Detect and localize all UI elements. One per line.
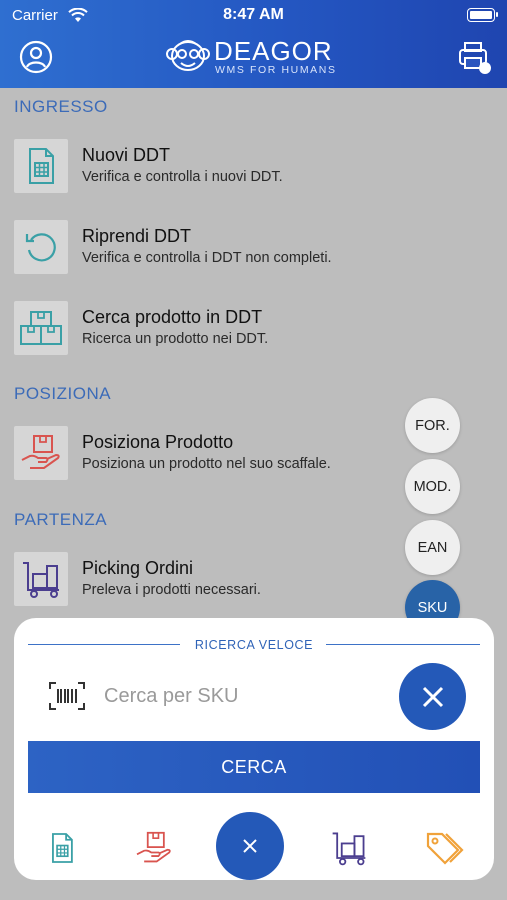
clock: 8:47 AM <box>223 6 284 23</box>
item-subtitle: Posiziona un prodotto nel suo scaffale. <box>82 456 331 472</box>
brand-name: DEAGOR <box>214 36 333 66</box>
list-item-riprendi-ddt[interactable]: Riprendi DDT Verifica e controlla i DDT … <box>14 220 474 276</box>
search-mode-for-button[interactable]: FOR. <box>405 398 460 453</box>
tag-icon <box>426 832 464 865</box>
printer-button[interactable] <box>455 38 493 76</box>
item-subtitle: Verifica e controlla i DDT non completi. <box>82 250 332 266</box>
tab-tags[interactable] <box>424 828 464 868</box>
status-bar: Carrier 8:47 AM <box>0 6 507 26</box>
sku-search-input[interactable] <box>104 678 394 714</box>
boxes-icon <box>14 301 68 355</box>
profile-button[interactable] <box>17 38 55 76</box>
cerca-button[interactable]: CERCA <box>28 741 480 793</box>
battery-icon <box>467 8 498 22</box>
close-icon <box>243 839 257 853</box>
list-item-cerca-prodotto[interactable]: Cerca prodotto in DDT Ricerca un prodott… <box>14 301 474 357</box>
tab-ingresso[interactable] <box>42 828 82 868</box>
brand-logo: DEAGOR WMS FOR HUMANS <box>166 36 346 78</box>
tab-posiziona[interactable] <box>134 828 174 868</box>
item-title: Cerca prodotto in DDT <box>82 307 263 327</box>
search-mode-mod-button[interactable]: MOD. <box>405 459 460 514</box>
section-ingresso: INGRESSO <box>14 97 108 116</box>
list-item-nuovi-ddt[interactable]: Nuovi DDT Verifica e controlla i nuovi D… <box>14 139 474 195</box>
item-title: Picking Ordini <box>82 558 194 578</box>
logo-icon <box>166 40 210 71</box>
hand-box-icon <box>14 426 68 480</box>
close-icon <box>422 686 443 707</box>
printer-icon <box>459 42 491 74</box>
cart-icon <box>332 832 366 866</box>
cart-icon <box>14 552 68 606</box>
user-icon <box>19 40 53 74</box>
section-partenza: PARTENZA <box>14 510 108 529</box>
hand-box-icon <box>136 831 171 863</box>
app-header: Carrier 8:47 AM DEAGOR WMS FOR HUMANS <box>0 0 507 88</box>
undo-icon <box>14 220 68 274</box>
clear-search-button[interactable] <box>399 663 466 730</box>
item-subtitle: Verifica e controlla i nuovi DDT. <box>82 169 283 185</box>
document-icon <box>14 139 68 193</box>
item-subtitle: Preleva i prodotti necessari. <box>82 582 261 598</box>
barcode-icon[interactable] <box>48 681 86 716</box>
close-menu-button[interactable] <box>216 812 284 880</box>
brand-tagline: WMS FOR HUMANS <box>215 64 337 76</box>
section-posiziona: POSIZIONA <box>14 384 112 403</box>
quick-search-sheet: RICERCA VELOCE CERCA <box>14 618 494 880</box>
document-icon <box>52 833 73 863</box>
search-mode-ean-button[interactable]: EAN <box>405 520 460 575</box>
tab-partenza[interactable] <box>329 828 369 868</box>
item-title: Posiziona Prodotto <box>82 432 234 452</box>
quick-search-label: RICERCA VELOCE <box>194 638 314 652</box>
list-item-posiziona-prodotto[interactable]: Posiziona Prodotto Posiziona un prodotto… <box>14 426 474 482</box>
item-subtitle: Ricerca un prodotto nei DDT. <box>82 331 269 347</box>
item-title: Riprendi DDT <box>82 226 192 246</box>
item-title: Nuovi DDT <box>82 145 171 165</box>
